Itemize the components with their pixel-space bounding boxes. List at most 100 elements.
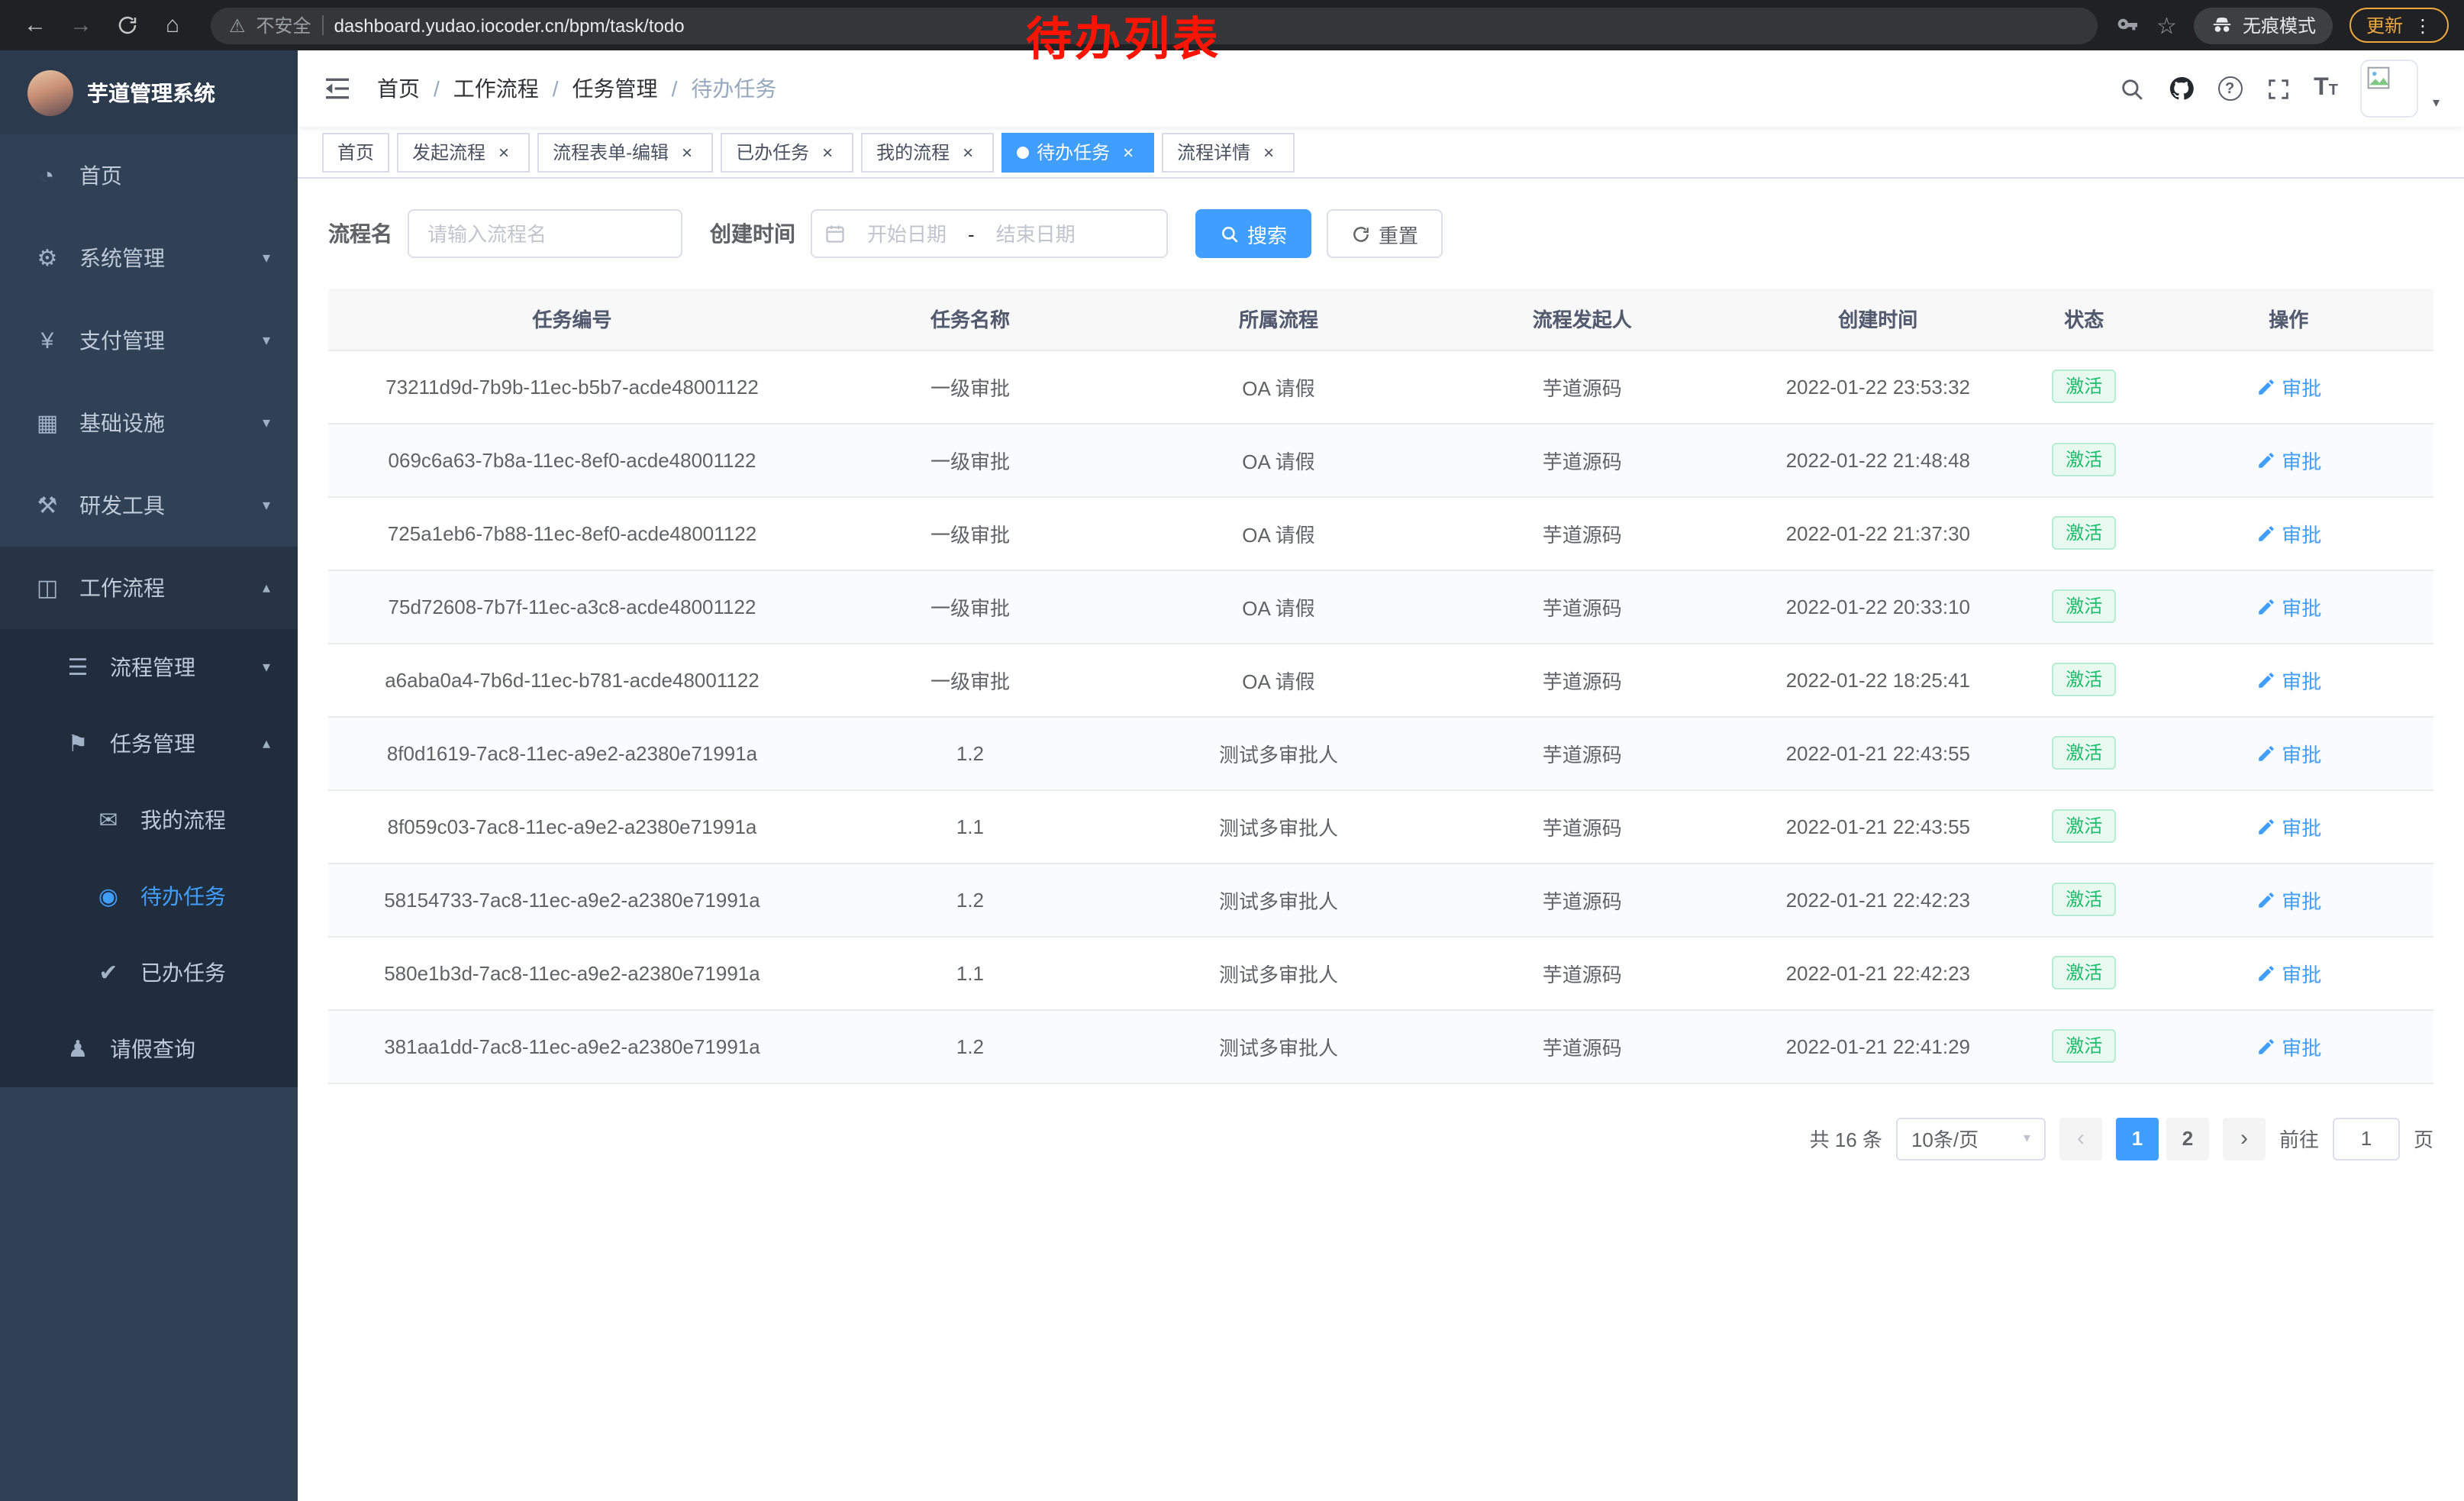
cell-process: OA 请假	[1124, 570, 1433, 643]
tab-item[interactable]: 首页	[322, 132, 389, 172]
chevron-down-icon[interactable]: ▾	[2433, 95, 2440, 111]
cell-initiator: 芋道源码	[1433, 789, 1732, 863]
search-icon[interactable]	[2118, 76, 2144, 102]
approve-link[interactable]: 审批	[2256, 812, 2321, 841]
back-button[interactable]: ←	[15, 5, 55, 45]
cell-name: 一级审批	[816, 496, 1124, 570]
next-page-button[interactable]: ›	[2223, 1117, 2266, 1160]
cell-name: 1.2	[816, 863, 1124, 936]
payment-icon: ¥	[31, 328, 64, 353]
close-icon[interactable]: ×	[676, 141, 698, 163]
sidebar-item[interactable]: ◔首页	[0, 134, 298, 217]
approve-label: 审批	[2282, 738, 2321, 767]
sidebar-item[interactable]: ◫工作流程▴	[0, 547, 298, 629]
date-range-picker[interactable]: -	[811, 209, 1168, 258]
edit-icon	[2256, 670, 2275, 689]
close-icon[interactable]: ×	[817, 141, 838, 163]
hamburger-icon[interactable]	[322, 73, 353, 104]
search-button[interactable]: 搜索	[1195, 209, 1311, 258]
cell-id: 73211d9d-7b9b-11ec-b5b7-acde48001122	[328, 350, 816, 423]
approve-link[interactable]: 审批	[2256, 518, 2321, 547]
cell-status: 激活	[2024, 496, 2144, 570]
sidebar: 芋道管理系统 ◔首页⚙系统管理▾¥支付管理▾▦基础设施▾⚒研发工具▾◫工作流程▴…	[0, 50, 298, 1501]
approve-link[interactable]: 审批	[2256, 885, 2321, 914]
tab-item[interactable]: 我的流程×	[861, 132, 994, 172]
browser-menu-icon[interactable]: ⋮	[2414, 15, 2432, 36]
github-icon[interactable]	[2167, 75, 2195, 102]
cell-process: 测试多审批人	[1124, 789, 1433, 863]
password-key-icon[interactable]	[2115, 13, 2140, 37]
sidebar-item[interactable]: ✔ 已办任务	[0, 934, 298, 1011]
sidebar-item[interactable]: ⚑任务管理▴	[0, 705, 298, 782]
incognito-badge: 无痕模式	[2194, 7, 2333, 44]
process-name-label: 流程名	[328, 218, 392, 249]
sidebar-menu: ◔首页⚙系统管理▾¥支付管理▾▦基础设施▾⚒研发工具▾◫工作流程▴☰流程管理▾⚑…	[0, 134, 298, 1087]
page-numbers: 12	[2116, 1117, 2209, 1160]
sidebar-item[interactable]: ✉我的流程	[0, 782, 298, 858]
chevron-down-icon: ▾	[2024, 1130, 2030, 1147]
tab-item[interactable]: 流程表单-编辑×	[537, 132, 713, 172]
edit-icon	[2256, 743, 2275, 763]
start-date-input[interactable]	[850, 222, 963, 245]
done-icon: ✔	[92, 959, 125, 986]
sidebar-item[interactable]: ♟请假查询	[0, 1011, 298, 1087]
page-number-button[interactable]: 2	[2166, 1117, 2209, 1160]
incognito-label: 无痕模式	[2243, 12, 2316, 38]
reset-button[interactable]: 重置	[1327, 209, 1443, 258]
app-logo[interactable]: 芋道管理系统	[0, 50, 298, 134]
approve-link[interactable]: 审批	[2256, 665, 2321, 694]
update-chip[interactable]: 更新 ⋮	[2350, 8, 2449, 43]
close-icon[interactable]: ×	[1258, 141, 1279, 163]
tab-item[interactable]: 已办任务×	[721, 132, 853, 172]
approve-link[interactable]: 审批	[2256, 592, 2321, 621]
home-button[interactable]: ⌂	[153, 5, 192, 45]
approve-link[interactable]: 审批	[2256, 445, 2321, 474]
prev-page-button[interactable]: ‹	[2059, 1117, 2102, 1160]
forward-button[interactable]: →	[61, 5, 101, 45]
table-body: 73211d9d-7b9b-11ec-b5b7-acde48001122一级审批…	[328, 350, 2433, 1083]
sidebar-item[interactable]: ◉待办任务	[0, 858, 298, 934]
approve-link[interactable]: 审批	[2256, 958, 2321, 987]
reload-button[interactable]	[107, 5, 147, 45]
bookmark-star-icon[interactable]: ☆	[2156, 11, 2177, 39]
help-icon[interactable]: ?	[2217, 76, 2242, 101]
sidebar-item[interactable]: ¥支付管理▾	[0, 299, 298, 382]
breadcrumb-item[interactable]: 任务管理	[572, 73, 658, 104]
approve-link[interactable]: 审批	[2256, 1031, 2321, 1060]
process-name-input[interactable]	[408, 209, 682, 258]
tab-item[interactable]: 发起流程×	[397, 132, 530, 172]
approve-link[interactable]: 审批	[2256, 738, 2321, 767]
font-size-icon[interactable]: TT	[2314, 76, 2338, 101]
sidebar-item-label: 已办任务	[140, 957, 298, 988]
broken-image-icon	[2367, 66, 2391, 90]
close-icon[interactable]: ×	[957, 141, 979, 163]
tab-label: 待办任务	[1037, 139, 1110, 165]
fullscreen-icon[interactable]	[2265, 76, 2291, 102]
edit-icon	[2256, 1036, 2275, 1056]
breadcrumb-item[interactable]: 工作流程	[453, 73, 539, 104]
infrastructure-icon: ▦	[31, 409, 64, 437]
cell-created: 2022-01-22 21:37:30	[1732, 496, 2024, 570]
sidebar-item[interactable]: ⚒研发工具▾	[0, 464, 298, 547]
dashboard-icon: ◔	[31, 163, 64, 189]
approve-label: 审批	[2282, 958, 2321, 987]
breadcrumb-item[interactable]: 首页	[377, 73, 420, 104]
cell-created: 2022-01-22 23:53:32	[1732, 350, 2024, 423]
calendar-icon	[824, 223, 846, 244]
sidebar-item[interactable]: ▦基础设施▾	[0, 382, 298, 464]
close-icon[interactable]: ×	[1118, 141, 1139, 163]
close-icon[interactable]: ×	[493, 141, 514, 163]
goto-page-input[interactable]	[2333, 1117, 2400, 1160]
cell-process: OA 请假	[1124, 643, 1433, 716]
approve-link[interactable]: 审批	[2256, 372, 2321, 401]
sidebar-item[interactable]: ☰流程管理▾	[0, 629, 298, 705]
tab-item[interactable]: 待办任务 ×	[1001, 132, 1154, 172]
page-size-select[interactable]: 10条/页 ▾	[1896, 1117, 2046, 1160]
tab-item[interactable]: 流程详情×	[1162, 132, 1295, 172]
avatar[interactable]	[2361, 60, 2419, 118]
end-date-input[interactable]	[979, 222, 1092, 245]
cell-id: 75d72608-7b7f-11ec-a3c8-acde48001122	[328, 570, 816, 643]
sidebar-item[interactable]: ⚙系统管理▾	[0, 217, 298, 299]
page-number-button[interactable]: 1	[2116, 1117, 2159, 1160]
cell-action: 审批	[2144, 423, 2433, 496]
